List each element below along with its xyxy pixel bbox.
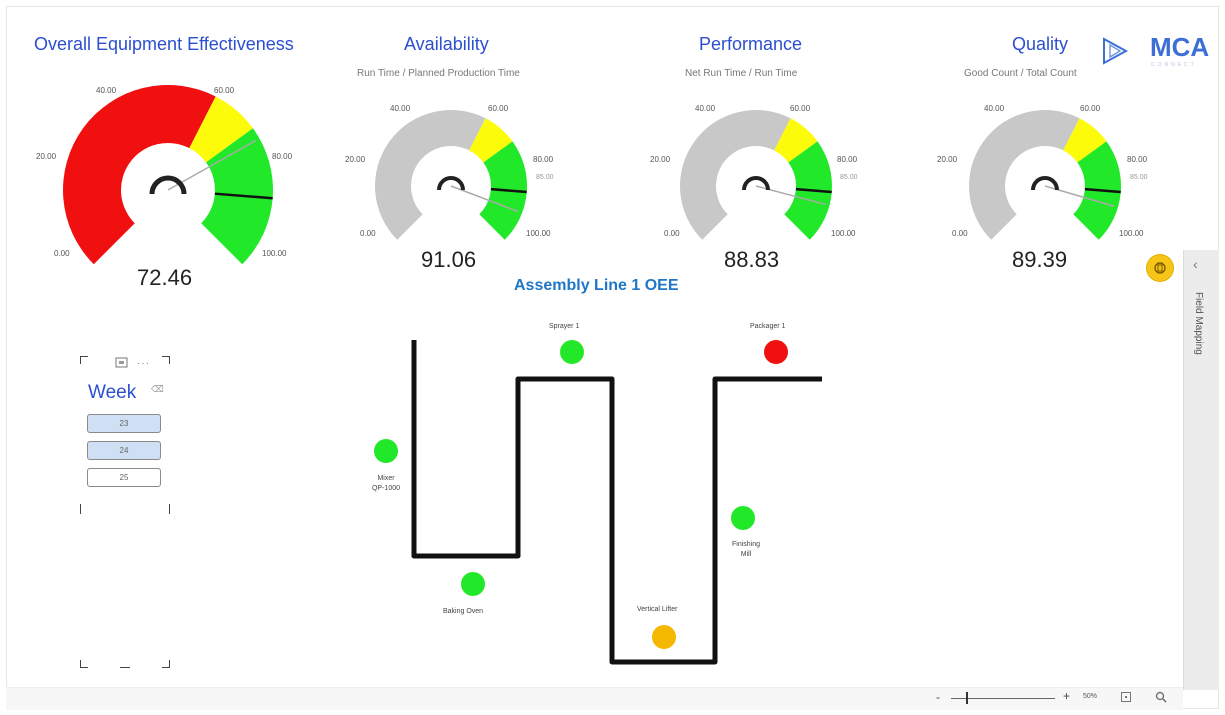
gauge-value-availability: 91.06 [421, 247, 477, 272]
tick-label: 0.00 [54, 249, 70, 258]
gauge-title-availability: Availability [404, 34, 489, 54]
zoom-out-button[interactable]: - [936, 690, 940, 704]
gauge-title-quality: Quality [1012, 34, 1069, 54]
gauge-title-oee: Overall Equipment Effectiveness [34, 34, 294, 54]
tick-label: 0.00 [360, 229, 376, 238]
gauge-hub [149, 175, 187, 195]
tick-label: 40.00 [984, 104, 1005, 113]
gauge-band-low [680, 110, 791, 240]
tick-label: 60.00 [214, 86, 235, 95]
tick-label: 100.00 [262, 249, 287, 258]
tick-label: 100.00 [526, 229, 551, 238]
station-label-finishing-mill: Finishing Mill [731, 541, 760, 558]
tick-label: 60.00 [1080, 104, 1101, 113]
gauge-quality[interactable] [945, 100, 1145, 260]
magnify-icon[interactable] [1155, 691, 1167, 703]
tick-label: 40.00 [695, 104, 716, 113]
assembly-line-diagram [411, 340, 822, 665]
gauge-subtitle-quality: Good Count / Total Count [964, 68, 1077, 79]
more-options-icon[interactable]: ··· [137, 358, 150, 369]
tick-label: 0.00 [952, 229, 968, 238]
gauge-hub [437, 176, 465, 191]
tick-label: 100.00 [1119, 229, 1144, 238]
gauge-value-performance: 88.83 [724, 247, 780, 272]
focus-mode-icon[interactable] [115, 357, 129, 369]
slicer-title: Week [88, 382, 137, 403]
tick-label: 0.00 [664, 229, 680, 238]
tick-label: 80.00 [837, 155, 858, 164]
fit-to-page-icon[interactable] [1121, 692, 1131, 702]
tick-label: 20.00 [937, 155, 958, 164]
play-logo-icon [1103, 37, 1129, 65]
gauge-band-low [375, 110, 486, 240]
gauge-band-low [62, 84, 216, 265]
gauge-title-performance: Performance [699, 34, 803, 54]
gauge-value-oee: 72.46 [137, 265, 193, 290]
tick-label: 20.00 [650, 155, 671, 164]
gauge-availability[interactable] [351, 100, 551, 260]
tick-label: 20.00 [36, 152, 57, 161]
filter-icon [1154, 262, 1166, 274]
gauge-performance[interactable] [656, 100, 856, 260]
week-item-24[interactable]: 24 [87, 441, 161, 460]
station-label-sprayer: Sprayer 1 [549, 323, 580, 330]
tick-label: 40.00 [96, 86, 117, 95]
zoom-percent: 50% [1083, 693, 1098, 700]
station-label-packager: Packager 1 [750, 323, 786, 330]
zoom-in-button[interactable]: + [1063, 689, 1070, 703]
field-mapping-label: Field Mapping [1193, 292, 1204, 355]
station-label-vertical-lifter: Vertical Lifter [637, 606, 678, 613]
filter-badge-button[interactable] [1147, 255, 1173, 281]
tick-label: 80.00 [1127, 155, 1148, 164]
week-item-25[interactable]: 25 [87, 468, 161, 487]
tick-label: 60.00 [790, 104, 811, 113]
target-label: 85.00 [840, 174, 858, 181]
tick-label: 40.00 [390, 104, 411, 113]
gauge-subtitle-performance: Net Run Time / Run Time [685, 68, 798, 79]
zoom-slider-thumb[interactable] [966, 692, 968, 704]
tick-label: 80.00 [272, 152, 293, 161]
tick-label: 60.00 [488, 104, 509, 113]
gauge-band-low [969, 110, 1080, 240]
gauge-value-quality: 89.39 [1012, 247, 1068, 272]
station-label-mixer: Mixer QP-1000 [371, 475, 401, 492]
chevron-left-icon[interactable]: ‹ [1193, 256, 1198, 272]
target-label: 85.00 [536, 174, 554, 181]
target-label: 85.00 [1130, 174, 1148, 181]
gauge-subtitle-availability: Run Time / Planned Production Time [357, 68, 520, 79]
tick-label: 100.00 [831, 229, 856, 238]
assembly-line-title: Assembly Line 1 OEE [514, 277, 679, 294]
week-item-23[interactable]: 23 [87, 414, 161, 433]
tick-label: 80.00 [533, 155, 554, 164]
station-label-baking-oven: Baking Oven [443, 608, 484, 615]
tick-label: 20.00 [345, 155, 366, 164]
logo-text: MCA [1150, 32, 1210, 62]
gauge-oee[interactable] [48, 70, 288, 270]
eraser-icon[interactable]: ⌫ [151, 384, 164, 395]
logo-subtext: CONNECT [1151, 62, 1197, 68]
